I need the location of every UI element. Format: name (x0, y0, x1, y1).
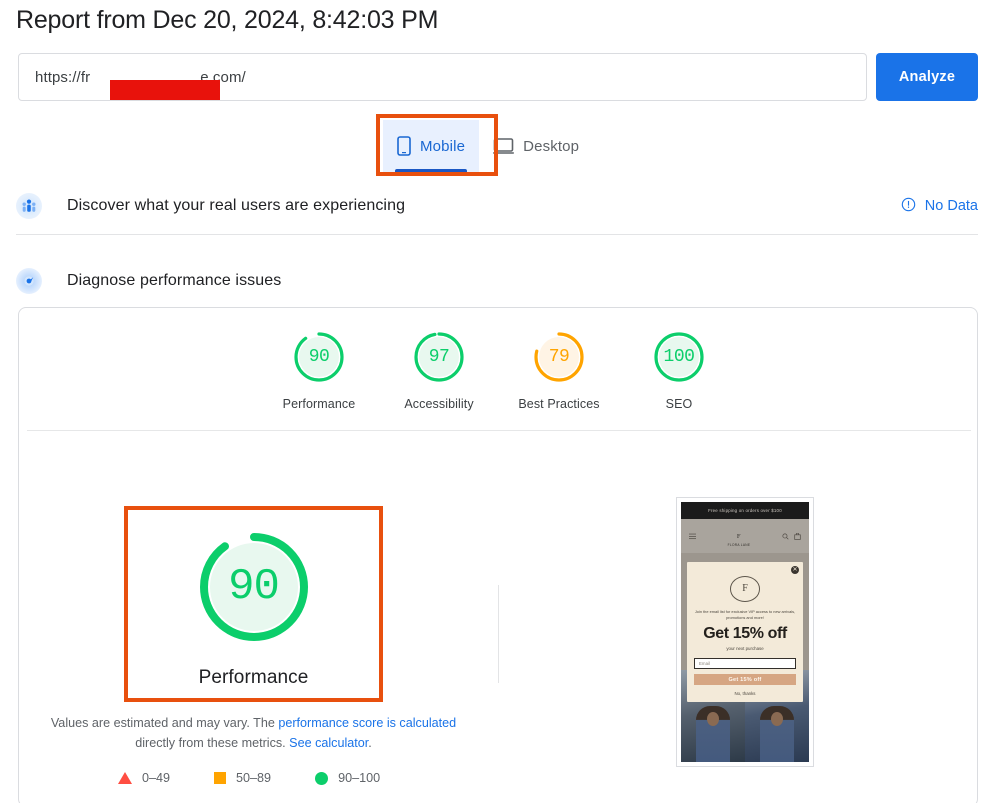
legend-swatch-circle (315, 771, 329, 785)
modal-offer-headline: Get 15% off (703, 624, 787, 642)
hamburger-menu-icon (689, 527, 696, 545)
gauge-ring: 90 (292, 330, 346, 384)
analyze-button[interactable]: Analyze (876, 53, 978, 101)
gauge-icon (16, 268, 42, 294)
gauge-label: Accessibility (404, 397, 474, 411)
screenshot-email-modal: ✕ F Join the email list for exclusive VI… (687, 562, 803, 702)
field-data-status-label: No Data (924, 198, 978, 214)
screenshot-site-logo: F FLORA LANE (728, 525, 751, 547)
score-footnote: Values are estimated and may vary. The p… (46, 713, 461, 753)
close-icon: ✕ (791, 566, 799, 574)
gauge-value: 97 (428, 347, 450, 367)
url-prefix: https://fr (35, 68, 91, 86)
url-redaction-overlay (110, 79, 220, 100)
modal-email-input: Email (694, 657, 796, 669)
gauge-label: SEO (665, 397, 693, 411)
legend-swatch-triangle (118, 772, 132, 784)
legend-range: 0–49 (142, 771, 171, 785)
modal-copy: Join the email list for exclusive VIP ac… (694, 608, 796, 620)
search-icon (782, 527, 789, 545)
desktop-icon (493, 137, 515, 155)
tab-desktop[interactable]: Desktop (479, 120, 593, 172)
users-icon (16, 193, 42, 219)
url-input[interactable]: https://fr e.com/ (18, 53, 867, 101)
page-title: Report from Dec 20, 2024, 8:42:03 PM (16, 6, 439, 34)
gauge-ring: 79 (532, 330, 586, 384)
field-data-status[interactable]: No Data (901, 192, 978, 220)
gauge-value: 90 (308, 347, 330, 367)
gauge-value: 100 (663, 347, 695, 367)
legend-range: 90–100 (338, 771, 381, 785)
score-legend: 0–49 50–89 90–100 (118, 771, 380, 785)
gauge-value: 79 (548, 347, 570, 367)
performance-score-label: Performance (198, 667, 309, 688)
screenshot-viewport: Free shipping on orders over $100 F FLOR… (681, 502, 809, 762)
gauge-seo[interactable]: 100 SEO (619, 330, 739, 411)
info-icon (901, 197, 916, 216)
model-face-1 (707, 712, 719, 726)
model-figure-1 (696, 706, 730, 762)
section-discover-title: Discover what your real users are experi… (67, 197, 406, 214)
gauge-performance[interactable]: 90 Performance (259, 330, 379, 411)
vertical-divider (498, 585, 499, 683)
gauge-label: Best Practices (518, 397, 600, 411)
footnote-link-calculated[interactable]: performance score is calculated (278, 716, 456, 730)
modal-offer-subtitle: your next purchase (726, 645, 764, 651)
pagespeed-report-page: Report from Dec 20, 2024, 8:42:03 PM htt… (0, 0, 996, 803)
legend-item-triangle: 0–49 (118, 771, 170, 785)
performance-score-value: 90 (228, 562, 280, 612)
mobile-icon (397, 136, 411, 156)
logo-mark: F (736, 533, 742, 540)
performance-score-block[interactable]: 90 Performance (124, 506, 383, 702)
cart-icon (794, 527, 801, 545)
gauge-label: Performance (282, 397, 356, 411)
legend-range: 50–89 (236, 771, 272, 785)
gauge-ring: 100 (652, 330, 706, 384)
section-divider (16, 234, 978, 235)
brand-seal-icon: F (730, 576, 760, 602)
modal-submit-button: Get 15% off (694, 674, 796, 685)
screenshot-header-actions (782, 527, 801, 545)
legend-swatch-square (214, 772, 227, 784)
modal-decline-link: No, thanks (734, 691, 756, 696)
legend-item-circle: 90–100 (315, 771, 380, 785)
gauge-best-practices[interactable]: 79 Best Practices (499, 330, 619, 411)
legend-item-square: 50–89 (214, 771, 271, 785)
url-text: https://fr e.com/ (35, 68, 246, 100)
performance-gauge: 90 (192, 525, 316, 649)
footnote-text-2: directly from these metrics. (135, 736, 290, 750)
tab-desktop-label: Desktop (523, 137, 580, 155)
tab-mobile[interactable]: Mobile (383, 120, 480, 172)
logo-wordmark: FLORA LANE (727, 543, 751, 547)
footnote-text-1: Values are estimated and may vary. The (50, 716, 279, 730)
section-discover-field-data: Discover what your real users are experi… (16, 192, 978, 220)
form-factor-tabs: Mobile Desktop (383, 120, 593, 172)
gauge-accessibility[interactable]: 97 Accessibility (379, 330, 499, 411)
tab-mobile-label: Mobile (420, 137, 466, 155)
model-figure-2 (760, 706, 794, 762)
page-screenshot-thumbnail[interactable]: Free shipping on orders over $100 F FLOR… (676, 497, 814, 767)
gauge-ring: 97 (412, 330, 466, 384)
screenshot-site-header: F FLORA LANE (681, 519, 809, 553)
footnote-link-see-calculator[interactable]: See calculator (289, 736, 368, 750)
section-diagnose-lab-data: Diagnose performance issues (16, 267, 978, 295)
category-score-gauges: 90 Performance 97 Accessibility 79 Best Pract… (19, 330, 977, 411)
card-inner-divider (27, 430, 971, 431)
section-diagnose-title: Diagnose performance issues (67, 272, 282, 289)
footnote-text-3: . (368, 736, 372, 750)
model-face-2 (771, 712, 783, 726)
url-bar-row: https://fr e.com/ Analyze (18, 53, 978, 101)
screenshot-promo-banner: Free shipping on orders over $100 (681, 502, 809, 519)
